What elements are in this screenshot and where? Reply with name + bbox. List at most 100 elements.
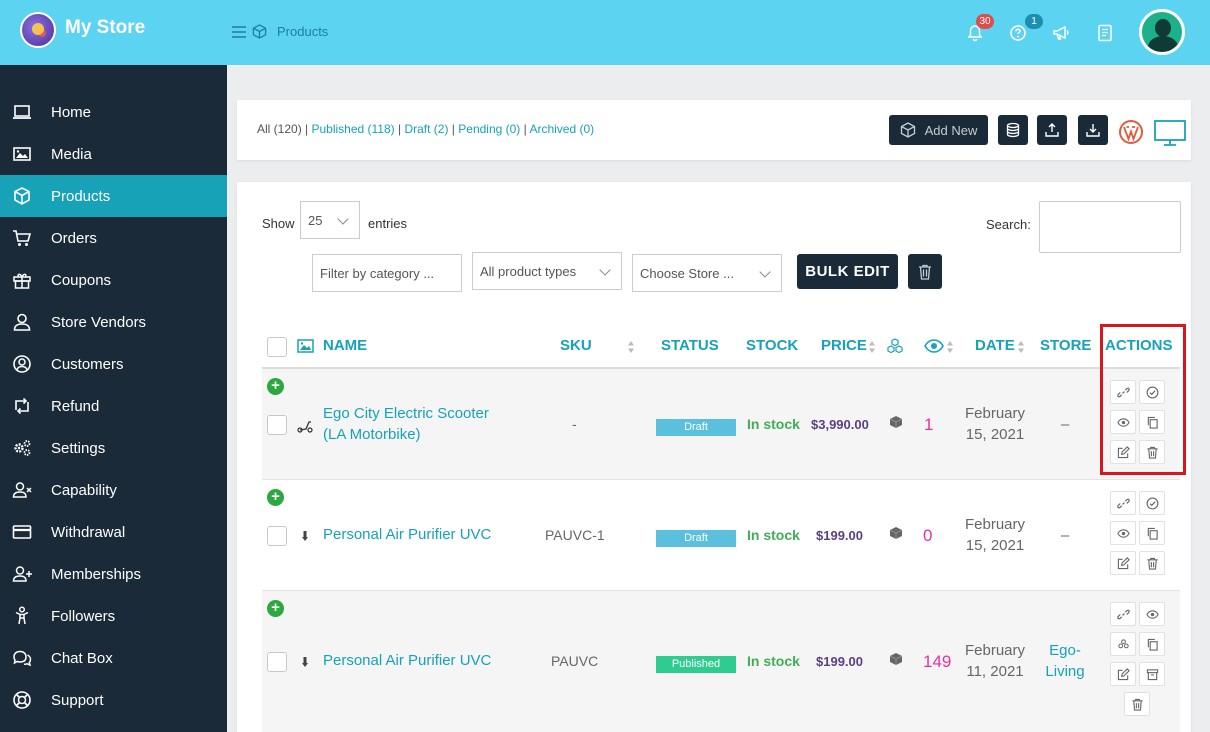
export-button[interactable] [1078,115,1108,145]
product-thumbnail[interactable] [301,530,309,542]
copy-link-button[interactable] [1110,602,1136,626]
duplicate-button[interactable] [1139,632,1165,656]
link-icon [1116,609,1130,619]
column-header-stock[interactable]: STOCK [746,337,798,354]
knowledgebase-button[interactable] [1097,20,1121,44]
sidebar-item-store-vendors[interactable]: Store Vendors [0,301,227,343]
column-header-price[interactable]: PRICE [821,337,867,354]
sort-icon[interactable] [627,340,635,354]
product-name-link[interactable]: Personal Air Purifier UVC [323,524,491,545]
sort-icon[interactable] [868,340,876,354]
sidebar-item-settings[interactable]: Settings [0,427,227,469]
announcements-button[interactable] [1052,20,1076,44]
eye-icon [1145,609,1159,619]
cube-icon [889,416,903,428]
archive-button[interactable] [1139,662,1165,686]
view-button[interactable] [1110,521,1136,545]
price-value: $199.00 [816,528,863,543]
sidebar-item-orders[interactable]: Orders [0,217,227,259]
column-header-sku[interactable]: SKU [560,337,592,354]
store-link[interactable]: Ego- Living [1040,640,1090,682]
menu-icon[interactable] [232,25,246,38]
sidebar: Home Media Products Orders Coupons Store… [0,65,227,732]
bullhorn-icon [1053,25,1069,40]
edit-button[interactable] [1110,551,1136,575]
featured-button[interactable] [1110,632,1136,656]
row-checkbox[interactable] [267,526,287,546]
book-icon [1098,24,1112,42]
delete-button[interactable] [1139,551,1165,575]
sidebar-item-coupons[interactable]: Coupons [0,259,227,301]
filter-pending[interactable]: Pending (0) [458,122,520,136]
sidebar-item-label: Followers [51,607,116,625]
column-header-store[interactable]: STORE [1040,337,1091,354]
status-badge: Draft [656,530,736,547]
sidebar-item-products[interactable]: Products [0,175,227,217]
product-thumbnail[interactable] [297,419,313,433]
store-line: Ego- [1049,642,1081,659]
sidebar-item-customers[interactable]: Customers [0,343,227,385]
sidebar-item-withdrawal[interactable]: Withdrawal [0,511,227,553]
product-thumbnail[interactable] [301,656,309,668]
product-type-select[interactable]: All product types [472,252,622,290]
column-header-date[interactable]: DATE [975,337,1015,354]
sort-icon[interactable] [1017,340,1025,354]
edit-button[interactable] [1110,662,1136,686]
store-name[interactable]: My Store [65,17,145,39]
category-filter-value: Filter by category ... [320,265,435,281]
sidebar-item-memberships[interactable]: Memberships [0,553,227,595]
column-header-name[interactable]: NAME [323,337,367,354]
sort-icon[interactable] [946,340,954,354]
row-checkbox[interactable] [267,415,287,435]
desktop-icon[interactable] [1153,119,1187,147]
sidebar-item-followers[interactable]: Followers [0,595,227,637]
filter-archived[interactable]: Archived (0) [529,122,594,136]
store-logo[interactable] [20,12,56,48]
entries-select[interactable]: 25 [300,201,360,239]
stock-manager-button[interactable] [998,115,1028,145]
row-checkbox[interactable] [267,652,287,672]
notifications-button[interactable]: 30 [966,14,994,44]
filter-draft[interactable]: Draft (2) [404,122,448,136]
category-filter-select[interactable]: Filter by category ... [312,254,462,292]
copy-link-button[interactable] [1110,491,1136,515]
view-button[interactable] [1139,602,1165,626]
wordpress-icon[interactable] [1118,119,1144,145]
sidebar-item-capability[interactable]: Capability [0,469,227,511]
sidebar-item-label: Support [51,691,104,709]
cart-icon [13,230,32,246]
user-times-icon [12,482,32,498]
sidebar-item-home[interactable]: Home [0,91,227,133]
date-line: February [964,642,1026,659]
filter-all[interactable]: All (120) [257,122,302,136]
sidebar-item-media[interactable]: Media [0,133,227,175]
bulk-delete-button[interactable] [908,254,942,289]
cogs-icon [14,440,31,456]
sidebar-item-support[interactable]: Support [0,679,227,721]
sku-value: PAUVC-1 [545,527,605,543]
expand-row-icon[interactable]: + [267,489,284,506]
help-button[interactable]: 1 [1009,14,1043,44]
approve-button[interactable] [1139,491,1165,515]
expand-row-icon[interactable]: + [267,600,284,617]
import-button[interactable] [1037,115,1067,145]
select-all-checkbox[interactable] [267,337,287,357]
duplicate-button[interactable] [1139,521,1165,545]
column-header-status[interactable]: STATUS [661,337,719,354]
delete-button[interactable] [1124,692,1150,716]
sidebar-item-refund[interactable]: Refund [0,385,227,427]
price-value: $199.00 [816,654,863,669]
bulk-edit-button[interactable]: BULK EDIT [797,254,898,289]
comments-icon [13,650,32,667]
breadcrumb-current[interactable]: Products [277,24,328,39]
product-name-link[interactable]: Ego City Electric Scooter (LA Motorbike) [323,403,489,445]
product-name-link[interactable]: Personal Air Purifier UVC [323,650,491,671]
sidebar-item-chat-box[interactable]: Chat Box [0,637,227,679]
check-circle-icon [1146,497,1158,509]
search-input[interactable] [1039,201,1181,253]
add-new-button[interactable]: Add New [889,115,988,145]
store-select[interactable]: Choose Store ... [632,254,782,292]
expand-row-icon[interactable]: + [267,378,284,395]
filter-published[interactable]: Published (118) [311,122,394,136]
user-avatar[interactable] [1139,9,1185,55]
